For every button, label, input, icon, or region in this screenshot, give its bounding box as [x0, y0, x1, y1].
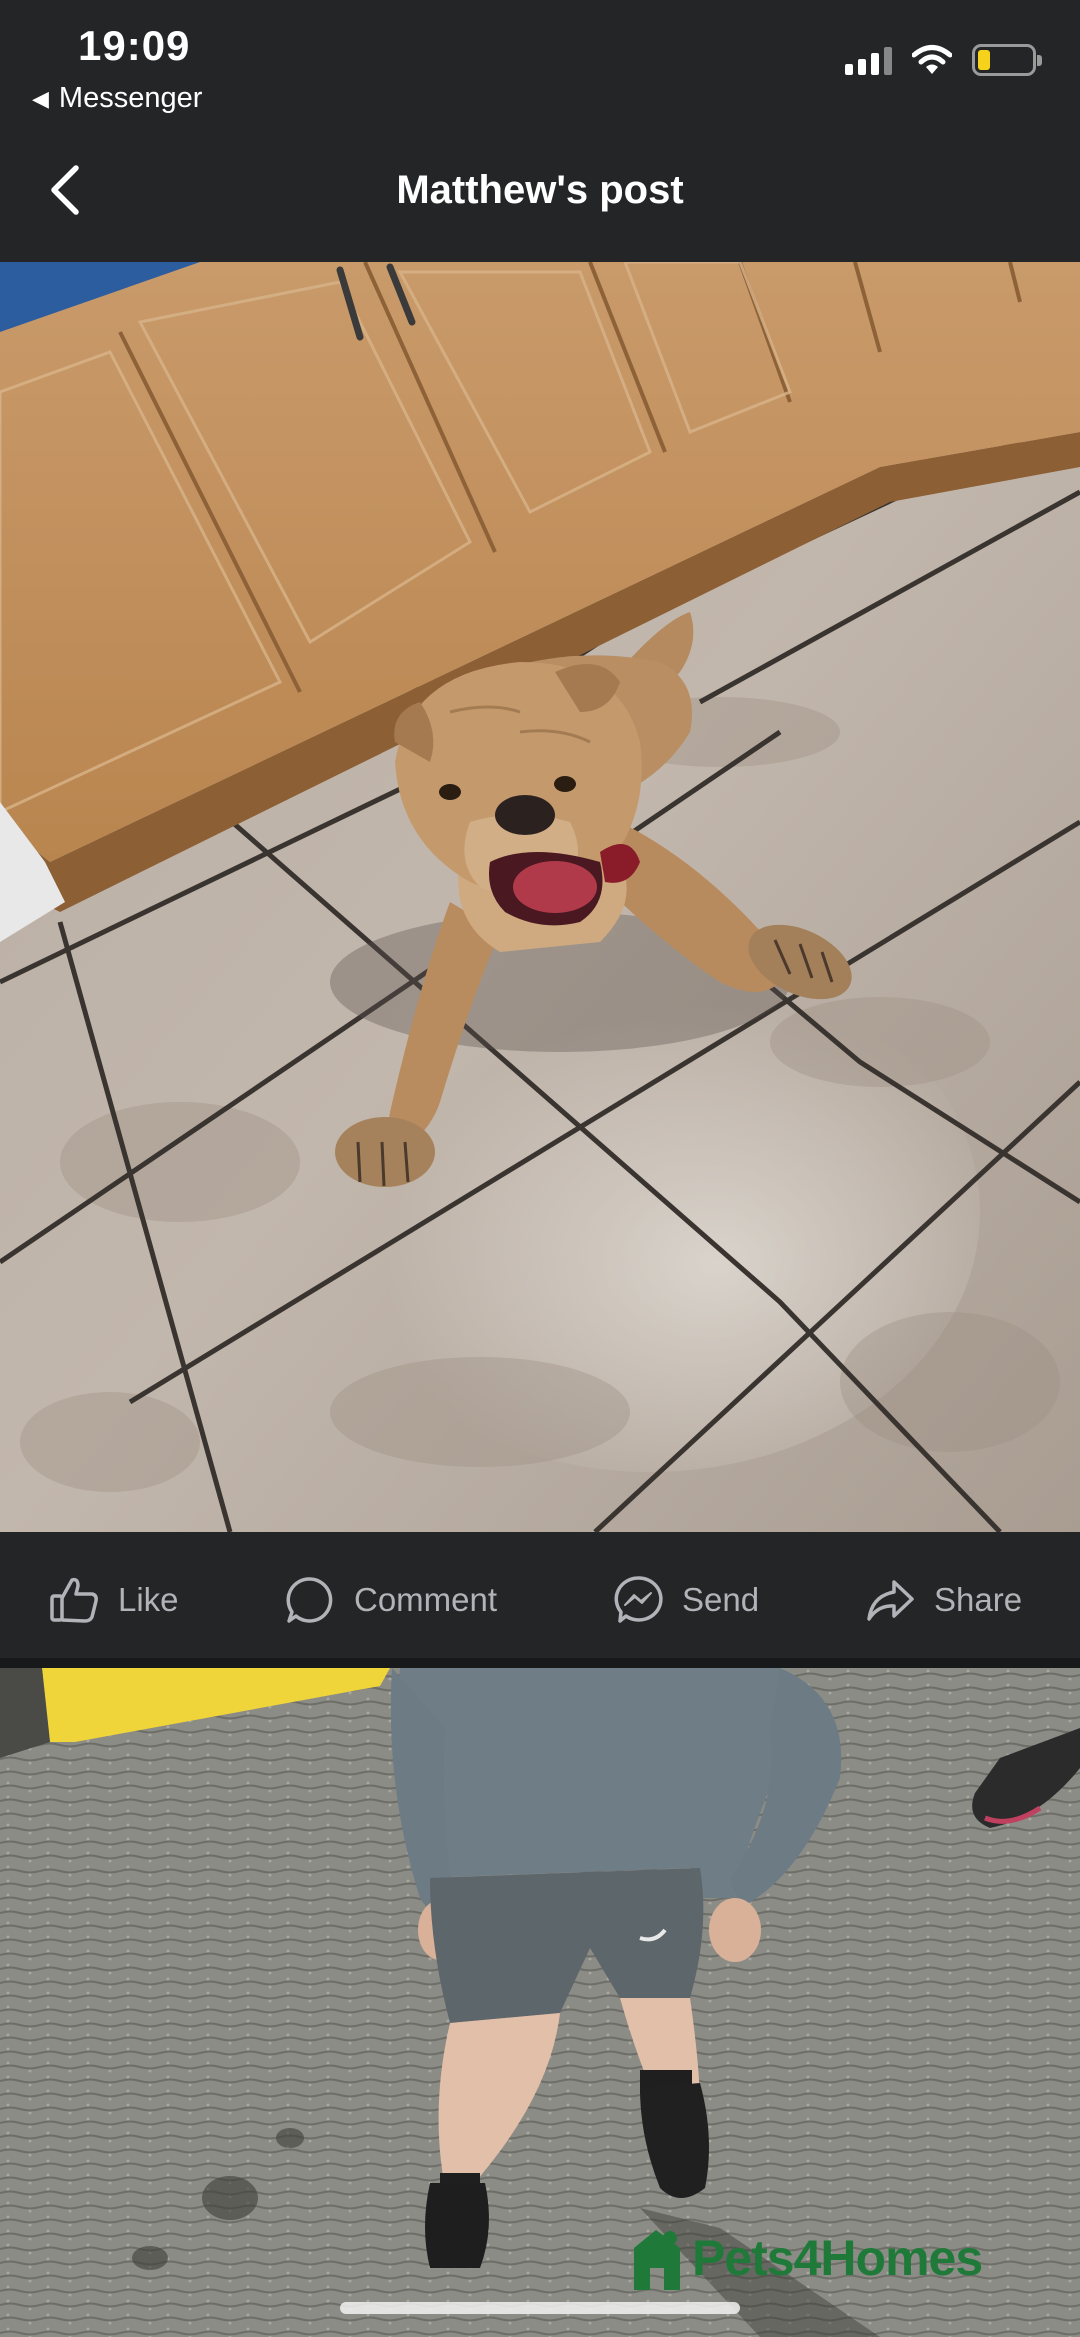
share-arrow-icon — [867, 1580, 914, 1621]
back-app-label: Messenger — [58, 82, 203, 114]
page-title: Matthew's post — [396, 168, 684, 212]
status-bar: 19:09 ◀ Messenger — [0, 0, 1080, 120]
back-triangle-icon: ◀ — [32, 85, 49, 111]
status-icons — [845, 44, 1042, 76]
post-screen: 19:09 ◀ Messenger Matthew's post Like Co… — [0, 0, 1080, 2337]
share-label: Share — [934, 1581, 1023, 1618]
home-indicator[interactable] — [340, 2302, 740, 2314]
post-separator — [0, 1658, 1080, 1668]
like-button[interactable]: Like — [48, 1534, 179, 1666]
pets4homes-watermark: Pets4Homes — [630, 2226, 983, 2290]
status-time: 19:09 — [78, 22, 191, 69]
comment-label: Comment — [354, 1581, 498, 1618]
send-button[interactable]: Send — [612, 1534, 759, 1666]
like-label: Like — [118, 1581, 179, 1618]
dog-photo-image — [0, 262, 1080, 1532]
watermark-text: Pets4Homes — [692, 2230, 983, 2286]
wifi-icon — [912, 45, 952, 74]
post-action-bar: Like Comment Send Share — [0, 1534, 1080, 1666]
post-header: Matthew's post — [0, 120, 1080, 260]
thumbs-up-icon — [50, 1577, 98, 1623]
cellular-signal-icon — [845, 45, 892, 75]
messenger-icon — [614, 1576, 663, 1623]
share-button[interactable]: Share — [864, 1534, 1022, 1666]
comment-bubble-icon — [286, 1577, 333, 1623]
send-label: Send — [682, 1581, 760, 1618]
battery-icon — [972, 44, 1042, 76]
pets4homes-logo-icon — [634, 2230, 680, 2290]
back-to-messenger[interactable]: ◀ Messenger — [32, 82, 202, 115]
post-photo-dog[interactable] — [0, 262, 1080, 1532]
comment-button[interactable]: Comment — [284, 1534, 497, 1666]
